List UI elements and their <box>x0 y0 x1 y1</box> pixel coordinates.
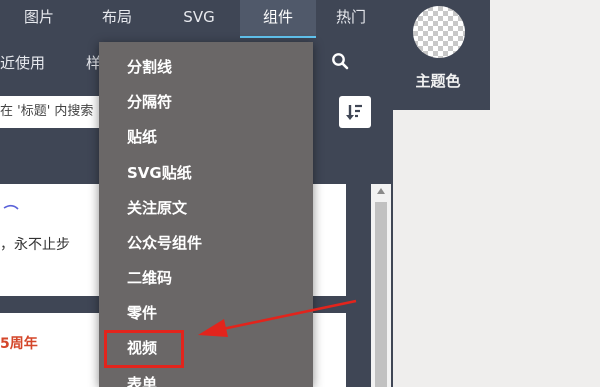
menu-item-divider[interactable]: 分割线 <box>99 49 313 85</box>
menu-item-svg-sticker[interactable]: SVG贴纸 <box>99 155 313 191</box>
search-icon[interactable] <box>331 52 349 70</box>
category-tabs: 图片 布局 SVG 组件 热门 <box>0 0 393 38</box>
card-text: ，永不止步 <box>0 237 70 253</box>
card-text: 5周年 <box>0 336 38 352</box>
menu-item-follow-original[interactable]: 关注原文 <box>99 190 313 226</box>
search-input[interactable]: 在 '标题' 内搜索 <box>0 96 112 128</box>
theme-color-swatch[interactable] <box>413 6 465 58</box>
sort-button[interactable] <box>339 96 371 128</box>
scrollbar-thumb[interactable] <box>375 202 387 387</box>
menu-item-sticker[interactable]: 贴纸 <box>99 119 313 155</box>
tab-popular[interactable]: 热门 <box>322 0 380 36</box>
decorative-arc <box>3 204 19 210</box>
red-arrow-annotation <box>198 299 357 337</box>
video-highlight-box <box>104 330 184 368</box>
tab-images[interactable]: 图片 <box>10 0 68 36</box>
tab-components[interactable]: 组件 <box>240 0 316 38</box>
menu-item-form[interactable]: 表单 <box>99 366 313 387</box>
scroll-up-arrow-icon[interactable] <box>376 186 386 196</box>
menu-item-qr-code[interactable]: 二维码 <box>99 260 313 296</box>
menu-item-official-account-component[interactable]: 公众号组件 <box>99 225 313 261</box>
tab-layout[interactable]: 布局 <box>88 0 146 36</box>
menu-item-separator[interactable]: 分隔符 <box>99 84 313 120</box>
theme-color-picker[interactable]: 主题色 <box>405 6 471 91</box>
sub-tab-recent[interactable]: 近使用 <box>0 52 45 73</box>
theme-color-label: 主题色 <box>415 72 461 90</box>
sort-icon <box>346 104 362 120</box>
canvas-background <box>393 110 600 387</box>
tab-svg[interactable]: SVG <box>168 0 230 36</box>
